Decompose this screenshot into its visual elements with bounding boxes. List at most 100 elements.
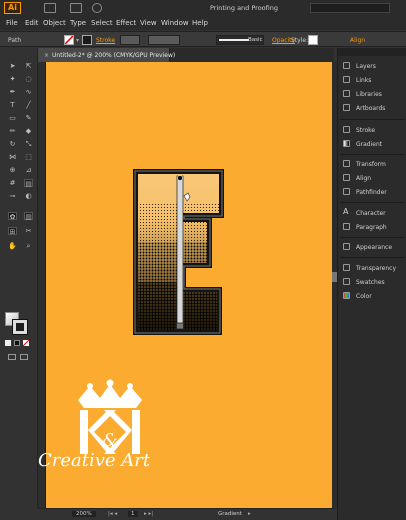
slice-icon[interactable]: ✂: [24, 227, 33, 235]
graph-icon[interactable]: ▥: [24, 212, 33, 221]
hand-icon[interactable]: ✋: [8, 242, 17, 250]
panel-libraries[interactable]: Libraries: [338, 88, 406, 100]
rotate-icon[interactable]: ↻: [8, 140, 17, 148]
panel-pathfinder[interactable]: Pathfinder: [338, 186, 406, 198]
panel-separator: [340, 237, 405, 238]
perspective-icon[interactable]: ⊿: [24, 166, 33, 174]
links-icon: [343, 76, 350, 83]
stroke-box[interactable]: [12, 319, 28, 335]
paintbrush-icon[interactable]: ✎: [24, 114, 33, 122]
search-input[interactable]: [310, 3, 390, 13]
menu-file[interactable]: File: [6, 19, 18, 27]
panel-align[interactable]: Align: [338, 172, 406, 184]
panel-character[interactable]: A Character: [338, 207, 406, 219]
line-icon[interactable]: ╱: [24, 101, 33, 109]
stroke-label[interactable]: Stroke: [96, 37, 115, 44]
artboard[interactable]: & Creative Art: [38, 62, 332, 508]
fill-swatch[interactable]: [64, 35, 74, 45]
gradient-mode-icon[interactable]: [14, 340, 20, 346]
panel-transparency[interactable]: Transparency: [338, 262, 406, 274]
menu-object[interactable]: Object: [43, 19, 66, 27]
shape-builder-icon[interactable]: ⊕: [8, 166, 17, 174]
panel-color[interactable]: Color: [338, 290, 406, 302]
close-tab-icon[interactable]: ×: [44, 52, 49, 59]
gradient-icon[interactable]: ▤: [24, 179, 33, 188]
type-icon[interactable]: T: [8, 101, 17, 109]
document-tab[interactable]: × Untitled-2* @ 200% (CMYK/GPU Preview): [38, 48, 175, 62]
tools-panel: ➤ ⇱ ✦ ◌ ✒ ∿ T ╱ ▭ ✎ ✏ ◆ ↻ ⤡ ⋈ ⬚ ⊕ ⊿ # ▤ …: [0, 48, 38, 508]
eyedropper-icon[interactable]: ⊸: [8, 192, 17, 200]
panel-paragraph[interactable]: Paragraph: [338, 221, 406, 233]
panel-stroke[interactable]: Stroke: [338, 124, 406, 136]
align-icon: [343, 174, 350, 181]
pencil-icon[interactable]: ✏: [8, 127, 17, 135]
curvature-icon[interactable]: ∿: [24, 88, 33, 96]
menu-view[interactable]: View: [140, 19, 157, 27]
stroke-swatch[interactable]: [82, 35, 92, 45]
variable-width-field[interactable]: [148, 35, 180, 45]
gpu-performance-icon[interactable]: [92, 3, 102, 13]
menu-select[interactable]: Select: [91, 19, 113, 27]
pathfinder-icon: [343, 188, 350, 195]
pen-icon[interactable]: ✒: [8, 88, 17, 96]
none-mode-icon[interactable]: [23, 340, 29, 346]
magic-wand-icon[interactable]: ✦: [8, 75, 17, 83]
selection-tool-icon[interactable]: ➤: [8, 62, 17, 70]
layers-icon: [343, 62, 350, 69]
panel-dock-header[interactable]: [338, 48, 406, 56]
control-bar: Path ▾ Stroke Basic Opacity Style: Align: [0, 31, 406, 47]
artboard-number[interactable]: 1: [128, 511, 138, 517]
panel-separator: [340, 257, 405, 258]
transform-icon: [343, 160, 350, 167]
eraser-icon[interactable]: ◆: [24, 127, 33, 135]
status-menu-icon[interactable]: ▸: [248, 511, 251, 517]
stroke-style-value: Basic: [248, 37, 263, 43]
color-mode-icon[interactable]: [5, 340, 11, 346]
menu-effect[interactable]: Effect: [116, 19, 136, 27]
zoom-level[interactable]: 200%: [72, 511, 96, 517]
align-label[interactable]: Align: [350, 37, 365, 44]
first-artboard-icon[interactable]: |◂ ◂: [108, 511, 117, 517]
fill-dropdown-icon[interactable]: ▾: [76, 37, 79, 44]
symbol-sprayer-icon[interactable]: ✿: [8, 212, 17, 221]
artboards-icon: [343, 104, 350, 111]
mesh-icon[interactable]: #: [8, 179, 17, 187]
zoom-icon[interactable]: ⌕: [24, 242, 33, 250]
arrange-documents-icon[interactable]: [70, 3, 82, 13]
selection-type-label: Path: [8, 37, 22, 44]
rectangle-icon[interactable]: ▭: [8, 114, 17, 122]
lasso-icon[interactable]: ◌: [24, 75, 33, 83]
panel-swatches[interactable]: Swatches: [338, 276, 406, 288]
blend-icon[interactable]: ◐: [24, 192, 33, 200]
status-bar: 200% |◂ ◂ 1 ▸ ▸| Gradient ▸: [38, 508, 334, 520]
current-tool-status: Gradient: [218, 511, 242, 517]
screen-mode-icon[interactable]: [20, 354, 28, 360]
monogram-k-and-k: &: [80, 410, 140, 454]
panel-separator: [340, 154, 405, 155]
panel-appearance[interactable]: Appearance: [338, 241, 406, 253]
free-transform-icon[interactable]: ⬚: [24, 153, 33, 161]
paragraph-icon: [343, 223, 350, 230]
direct-selection-tool-icon[interactable]: ⇱: [24, 62, 33, 70]
panel-transform[interactable]: Transform: [338, 158, 406, 170]
artboard-icon[interactable]: ⊞: [8, 227, 17, 236]
panel-layers[interactable]: Layers: [338, 60, 406, 72]
menu-type[interactable]: Type: [70, 19, 86, 27]
workspace-switcher[interactable]: Printing and Proofing: [210, 4, 278, 12]
menu-help[interactable]: Help: [192, 19, 208, 27]
title-bar: Ai Printing and Proofing: [0, 0, 406, 16]
graphic-style-swatch[interactable]: [308, 35, 318, 45]
stroke-weight-field[interactable]: [120, 35, 140, 45]
menu-window[interactable]: Window: [161, 19, 189, 27]
draw-mode-icon[interactable]: [8, 354, 16, 360]
brush-definition-field[interactable]: Basic: [216, 35, 264, 45]
document-tab-bar: × Untitled-2* @ 200% (CMYK/GPU Preview): [38, 48, 334, 62]
panel-links[interactable]: Links: [338, 74, 406, 86]
width-icon[interactable]: ⋈: [8, 153, 17, 161]
panel-artboards[interactable]: Artboards: [338, 102, 406, 114]
bridge-icon[interactable]: [44, 3, 56, 13]
next-artboard-icon[interactable]: ▸ ▸|: [144, 511, 153, 517]
menu-edit[interactable]: Edit: [25, 19, 39, 27]
panel-gradient[interactable]: Gradient: [338, 138, 406, 150]
scale-icon[interactable]: ⤡: [24, 140, 33, 148]
